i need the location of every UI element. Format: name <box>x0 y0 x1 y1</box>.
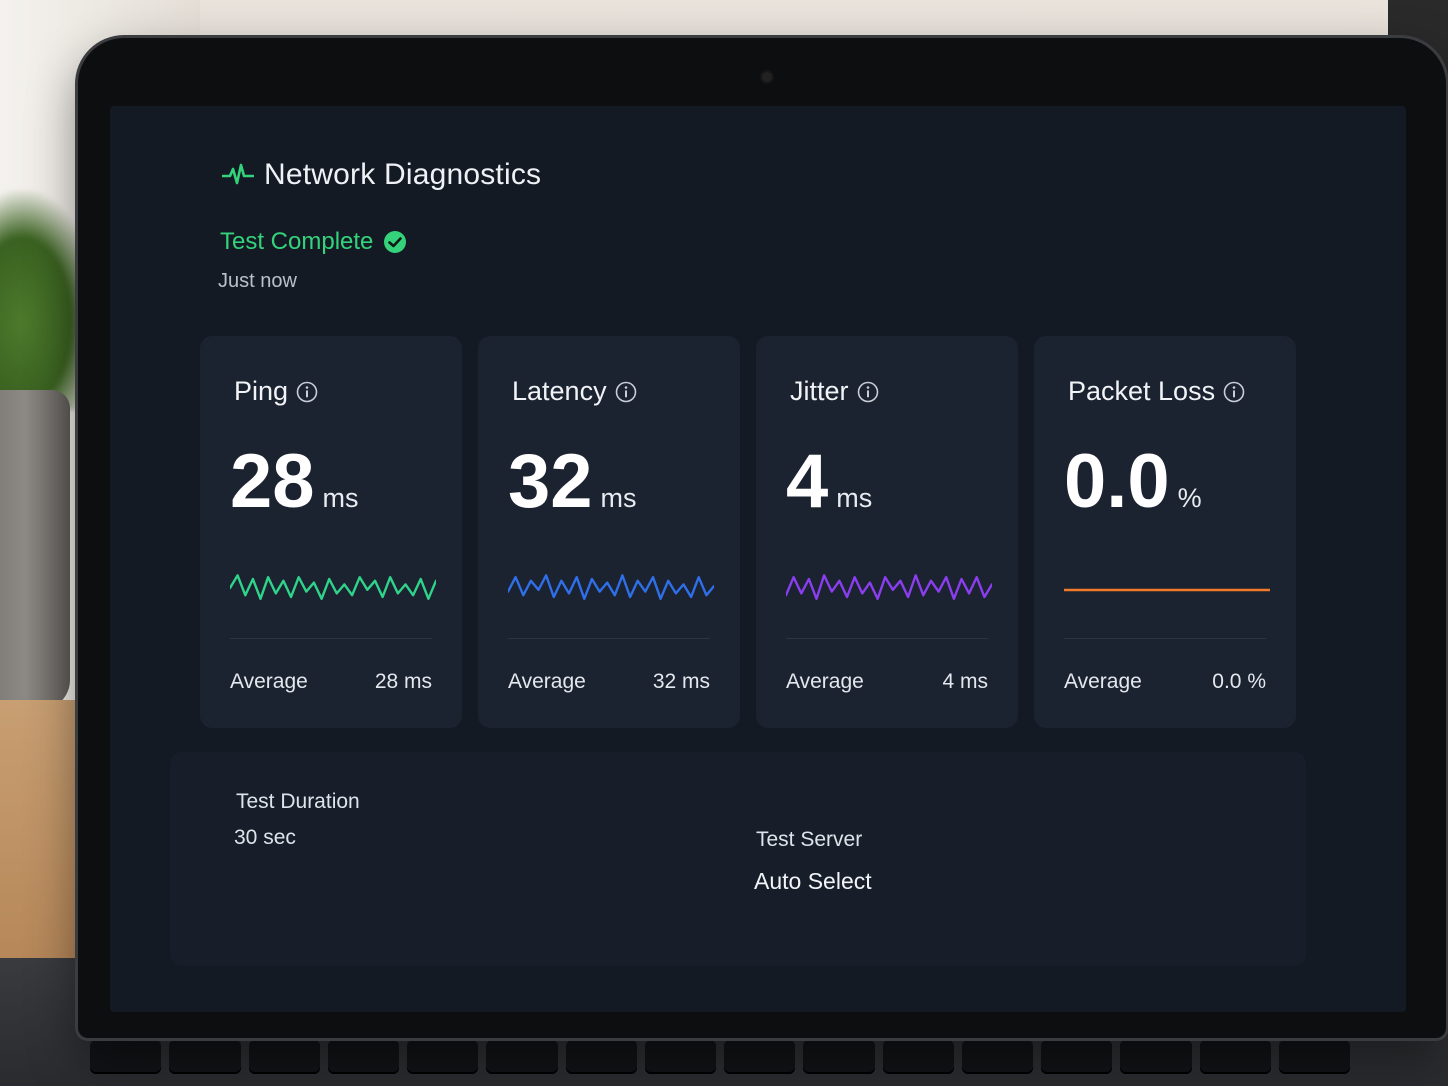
metric-card-packet-loss[interactable]: Packet Loss 0.0 % Average 0.0 % <box>1034 336 1296 728</box>
metric-card-latency[interactable]: Latency 32 ms Average 32 ms <box>478 336 740 728</box>
keyboard-key <box>644 1040 716 1074</box>
keyboard-key <box>961 1040 1033 1074</box>
card-divider <box>786 638 988 639</box>
webcam <box>762 72 772 82</box>
keyboard-key <box>169 1040 241 1074</box>
metric-sparkline <box>786 574 992 600</box>
metric-sparkline <box>1064 588 1270 592</box>
keyboard-key <box>1278 1040 1350 1074</box>
app-header: Network Diagnostics <box>222 158 541 192</box>
metric-value-row: 28 ms <box>230 444 359 520</box>
keyboard-key <box>407 1040 479 1074</box>
metric-unit: ms <box>322 483 359 513</box>
metric-value-row: 0.0 % <box>1064 444 1202 520</box>
pulse-icon <box>222 163 254 185</box>
average-value: 32 ms <box>652 670 710 693</box>
metric-title-row: Latency <box>512 376 637 407</box>
keyboard-key <box>1120 1040 1192 1074</box>
keyboard-key <box>1041 1040 1113 1074</box>
keyboard-key <box>882 1040 954 1074</box>
test-server-value[interactable]: Auto Select <box>754 868 872 895</box>
test-duration-value: 30 sec <box>234 826 296 849</box>
average-value: 28 ms <box>374 670 432 693</box>
sparkline-path <box>508 574 714 600</box>
keyboard-key <box>724 1040 796 1074</box>
info-icon[interactable] <box>615 381 637 403</box>
info-icon[interactable] <box>1223 381 1245 403</box>
status-timestamp: Just now <box>218 270 297 292</box>
check-circle-icon <box>384 231 407 253</box>
metric-card-ping[interactable]: Ping 28 ms Average 28 ms <box>200 336 462 728</box>
metric-title-row: Packet Loss <box>1068 376 1245 407</box>
metric-value: 0.0 <box>1064 439 1170 524</box>
metric-title: Jitter <box>790 376 849 406</box>
info-icon[interactable] <box>857 381 879 403</box>
keyboard-key <box>803 1040 875 1074</box>
card-divider <box>230 638 432 639</box>
test-duration-label: Test Duration <box>236 790 360 813</box>
metric-value-row: 32 ms <box>508 444 637 520</box>
average-value: 4 ms <box>942 670 988 693</box>
metric-value-row: 4 ms <box>786 444 872 520</box>
card-divider <box>508 638 710 639</box>
average-label: Average <box>230 670 308 693</box>
keyboard-key <box>1199 1040 1271 1074</box>
metric-unit: ms <box>836 483 873 513</box>
metric-value: 28 <box>230 439 315 524</box>
sparkline-path <box>786 574 992 600</box>
average-label: Average <box>786 670 864 693</box>
metric-title: Ping <box>234 376 289 406</box>
test-status: Test Complete <box>220 228 407 256</box>
metric-title-row: Ping <box>234 376 318 407</box>
keyboard-key <box>248 1040 320 1074</box>
metric-title-row: Jitter <box>790 376 879 407</box>
card-divider <box>1064 638 1266 639</box>
metric-unit: % <box>1177 483 1202 513</box>
keyboard-key <box>486 1040 558 1074</box>
keyboard-key <box>90 1040 162 1074</box>
metric-title: Latency <box>512 376 607 406</box>
metric-title: Packet Loss <box>1068 376 1216 406</box>
keyboard-key <box>565 1040 637 1074</box>
keyboard-key <box>327 1040 399 1074</box>
test-info-panel: Test Duration 30 sec Test Server Auto Se… <box>170 752 1306 966</box>
metric-value: 32 <box>508 439 593 524</box>
background-plant-pot <box>0 390 70 710</box>
sparkline-path <box>230 574 436 600</box>
average-value: 0.0 % <box>1212 670 1266 693</box>
metric-sparkline <box>508 574 714 600</box>
test-server-label: Test Server <box>756 828 863 851</box>
average-label: Average <box>1064 670 1142 693</box>
metric-unit: ms <box>600 483 637 513</box>
average-label: Average <box>508 670 586 693</box>
metric-value: 4 <box>786 439 829 524</box>
info-icon[interactable] <box>296 381 318 403</box>
app-title: Network Diagnostics <box>264 158 542 191</box>
metric-cards: Ping 28 ms Average 28 ms Latency 32 ms A… <box>200 336 1296 728</box>
status-text: Test Complete <box>220 228 374 255</box>
metric-card-jitter[interactable]: Jitter 4 ms Average 4 ms <box>756 336 1018 728</box>
metric-sparkline <box>230 574 436 600</box>
app-screen: Network Diagnostics Test Complete Just n… <box>110 106 1406 1012</box>
